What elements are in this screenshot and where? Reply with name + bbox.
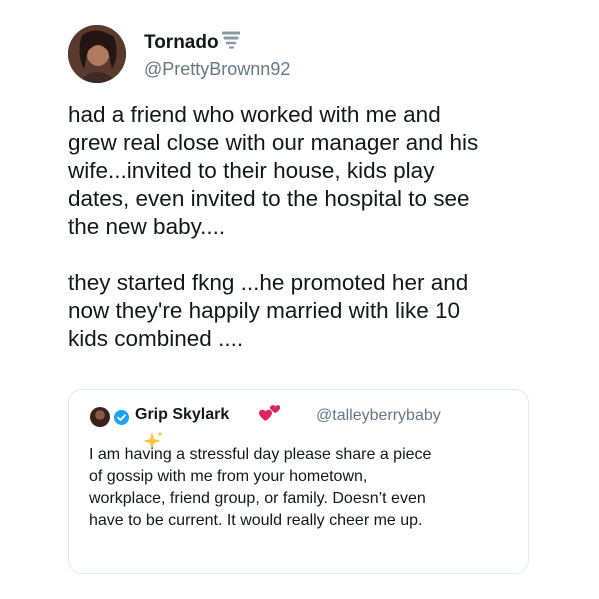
- tweet-text-line: grew real close with our manager and his: [68, 130, 479, 155]
- quoted-tweet[interactable]: Grip Skylark @talleyberrybaby I am havin…: [68, 389, 529, 574]
- quoted-text-line: have to be current. It would really chee…: [89, 512, 423, 529]
- display-name[interactable]: Tornado: [144, 31, 240, 54]
- quoted-text-line: workplace, friend group, or family. Does…: [89, 490, 426, 507]
- avatar[interactable]: [68, 25, 126, 83]
- tornado-icon: [221, 31, 240, 49]
- quoted-tweet-text: I am having a stressful day please share…: [89, 444, 519, 532]
- tweet-card: Tornado @PrettyBrownn92 had a friend who…: [0, 0, 599, 599]
- avatar-image: [68, 25, 126, 83]
- quoted-display-name[interactable]: Grip Skylark: [135, 406, 229, 424]
- user-handle[interactable]: @PrettyBrownn92: [144, 59, 290, 80]
- tweet-text-line: they started fkng ...he promoted her and: [68, 270, 469, 295]
- verified-badge-icon: [114, 410, 129, 425]
- tweet-text-line: kids combined ....: [68, 326, 244, 351]
- tweet-text: had a friend who worked with me and grew…: [68, 101, 548, 353]
- tweet-text-line: wife...invited to their house, kids play: [68, 158, 435, 183]
- quoted-avatar[interactable]: [90, 407, 110, 427]
- quoted-handle[interactable]: @talleyberrybaby: [316, 407, 441, 425]
- display-name-text: Tornado: [144, 32, 219, 53]
- two-hearts-icon: [259, 405, 280, 421]
- quoted-text-line: I am having a stressful day please share…: [89, 446, 432, 463]
- quoted-text-line: of gossip with me from your hometown,: [89, 468, 368, 485]
- tweet-text-line: the new baby....: [68, 214, 226, 239]
- tweet-text-line: dates, even invited to the hospital to s…: [68, 186, 470, 211]
- tweet-text-line: now they're happily married with like 10: [68, 298, 460, 323]
- tweet-text-line: had a friend who worked with me and: [68, 102, 441, 127]
